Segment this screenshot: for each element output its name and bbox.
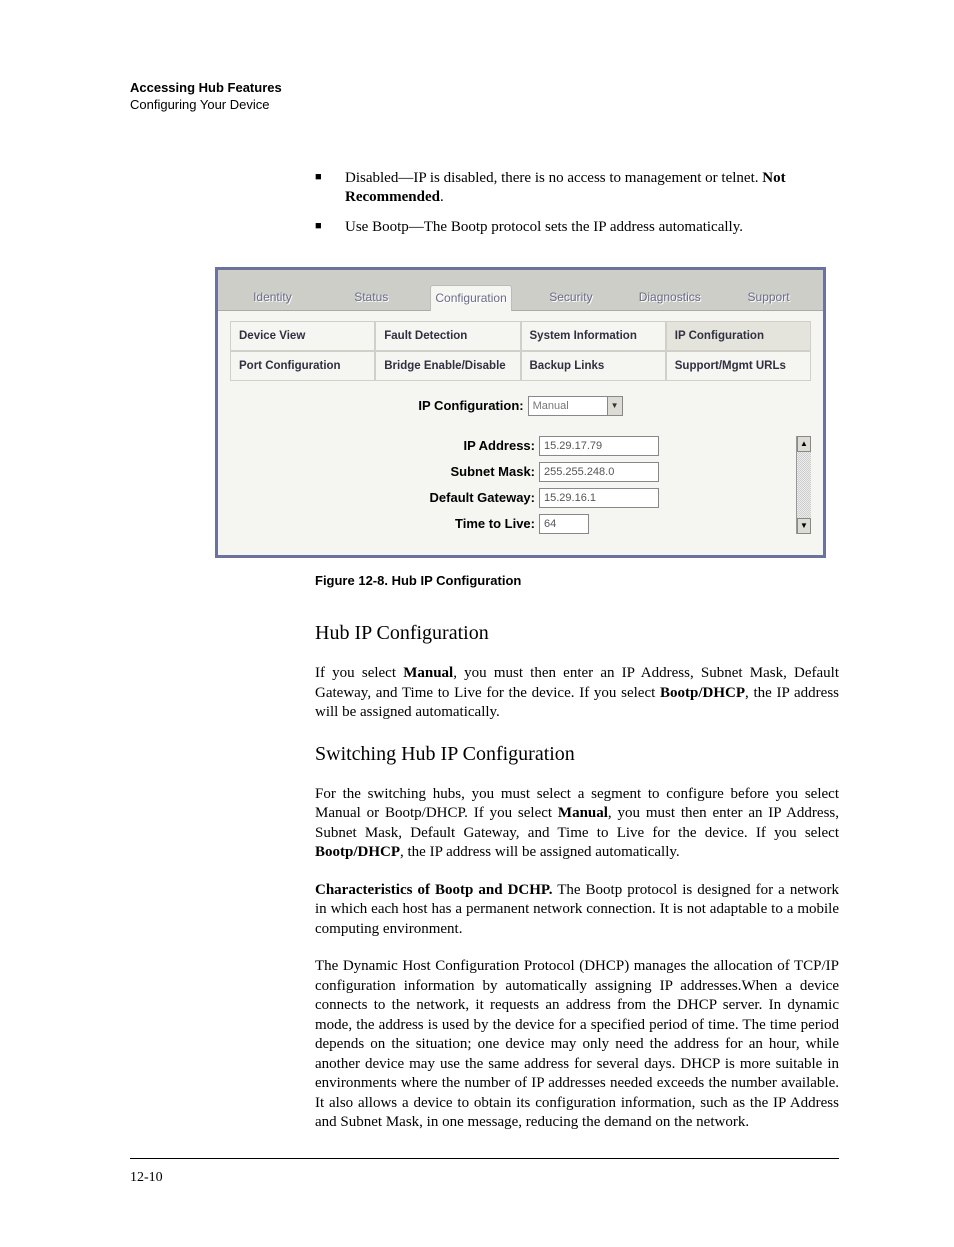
default-gateway-label: Default Gateway: — [395, 490, 535, 507]
page-header: Accessing Hub Features Configuring Your … — [130, 80, 839, 114]
tab-security[interactable]: Security — [530, 285, 611, 311]
subtab-backup-links[interactable]: Backup Links — [521, 351, 666, 381]
subtab-bridge-enable[interactable]: Bridge Enable/Disable — [375, 351, 520, 381]
figure-caption: Figure 12-8. Hub IP Configuration — [315, 573, 839, 590]
section-heading: Hub IP Configuration — [315, 620, 839, 646]
tab-configuration[interactable]: Configuration — [430, 285, 513, 312]
text: Disabled—IP is disabled, there is no acc… — [345, 170, 762, 186]
subtab-ip-configuration[interactable]: IP Configuration — [666, 321, 811, 351]
subnet-mask-input[interactable]: 255.255.248.0 — [539, 462, 659, 482]
text-bold: Bootp/DHCP — [660, 685, 745, 701]
paragraph: For the switching hubs, you must select … — [315, 785, 839, 863]
text-bold: Manual — [403, 665, 453, 681]
subtab-port-configuration[interactable]: Port Configuration — [230, 351, 375, 381]
select-value: Manual — [533, 400, 569, 412]
top-tab-row: Identity Status Configuration Security D… — [218, 270, 823, 311]
ttl-input[interactable]: 64 — [539, 514, 589, 534]
default-gateway-input[interactable]: 15.29.16.1 — [539, 488, 659, 508]
ip-config-select[interactable]: Manual ▼ — [528, 396, 623, 416]
bullet-item: Use Bootp—The Bootp protocol sets the IP… — [315, 218, 839, 238]
tab-identity[interactable]: Identity — [232, 285, 313, 311]
text-bold: Manual — [558, 805, 608, 821]
subtab-device-view[interactable]: Device View — [230, 321, 375, 351]
ttl-label: Time to Live: — [395, 516, 535, 533]
paragraph: If you select Manual, you must then ente… — [315, 664, 839, 723]
paragraph: The Dynamic Host Configuration Protocol … — [315, 957, 839, 1133]
text-bold: Characteristics of Bootp and DCHP. — [315, 882, 552, 898]
header-title: Accessing Hub Features — [130, 80, 839, 97]
tab-status[interactable]: Status — [331, 285, 412, 311]
text: If you select — [315, 665, 403, 681]
footer: 12-10 — [130, 1158, 839, 1188]
text: . — [440, 189, 444, 205]
subtab-grid: Device View Fault Detection System Infor… — [230, 321, 811, 381]
paragraph: Characteristics of Bootp and DCHP. The B… — [315, 881, 839, 940]
bullet-item: Disabled—IP is disabled, there is no acc… — [315, 169, 839, 208]
ip-address-input[interactable]: 15.29.17.79 — [539, 436, 659, 456]
subtab-fault-detection[interactable]: Fault Detection — [375, 321, 520, 351]
scroll-down-icon[interactable]: ▼ — [797, 518, 811, 534]
header-subtitle: Configuring Your Device — [130, 97, 839, 114]
chevron-down-icon[interactable]: ▼ — [607, 397, 622, 415]
tab-diagnostics[interactable]: Diagnostics — [629, 285, 710, 311]
scrollbar[interactable]: ▲ ▼ — [796, 436, 811, 534]
tab-support[interactable]: Support — [728, 285, 809, 311]
ip-config-label: IP Configuration: — [418, 398, 523, 415]
subnet-mask-label: Subnet Mask: — [395, 464, 535, 481]
section-heading: Switching Hub IP Configuration — [315, 741, 839, 767]
subtab-system-information[interactable]: System Information — [521, 321, 666, 351]
subtab-support-urls[interactable]: Support/Mgmt URLs — [666, 351, 811, 381]
bullet-list: Disabled—IP is disabled, there is no acc… — [315, 169, 839, 238]
page-number: 12-10 — [130, 1170, 163, 1185]
scroll-up-icon[interactable]: ▲ — [797, 436, 811, 452]
screenshot-figure: Identity Status Configuration Security D… — [215, 267, 826, 558]
text-bold: Bootp/DHCP — [315, 844, 400, 860]
text: , the IP address will be assigned automa… — [400, 844, 680, 860]
ip-address-label: IP Address: — [395, 438, 535, 455]
